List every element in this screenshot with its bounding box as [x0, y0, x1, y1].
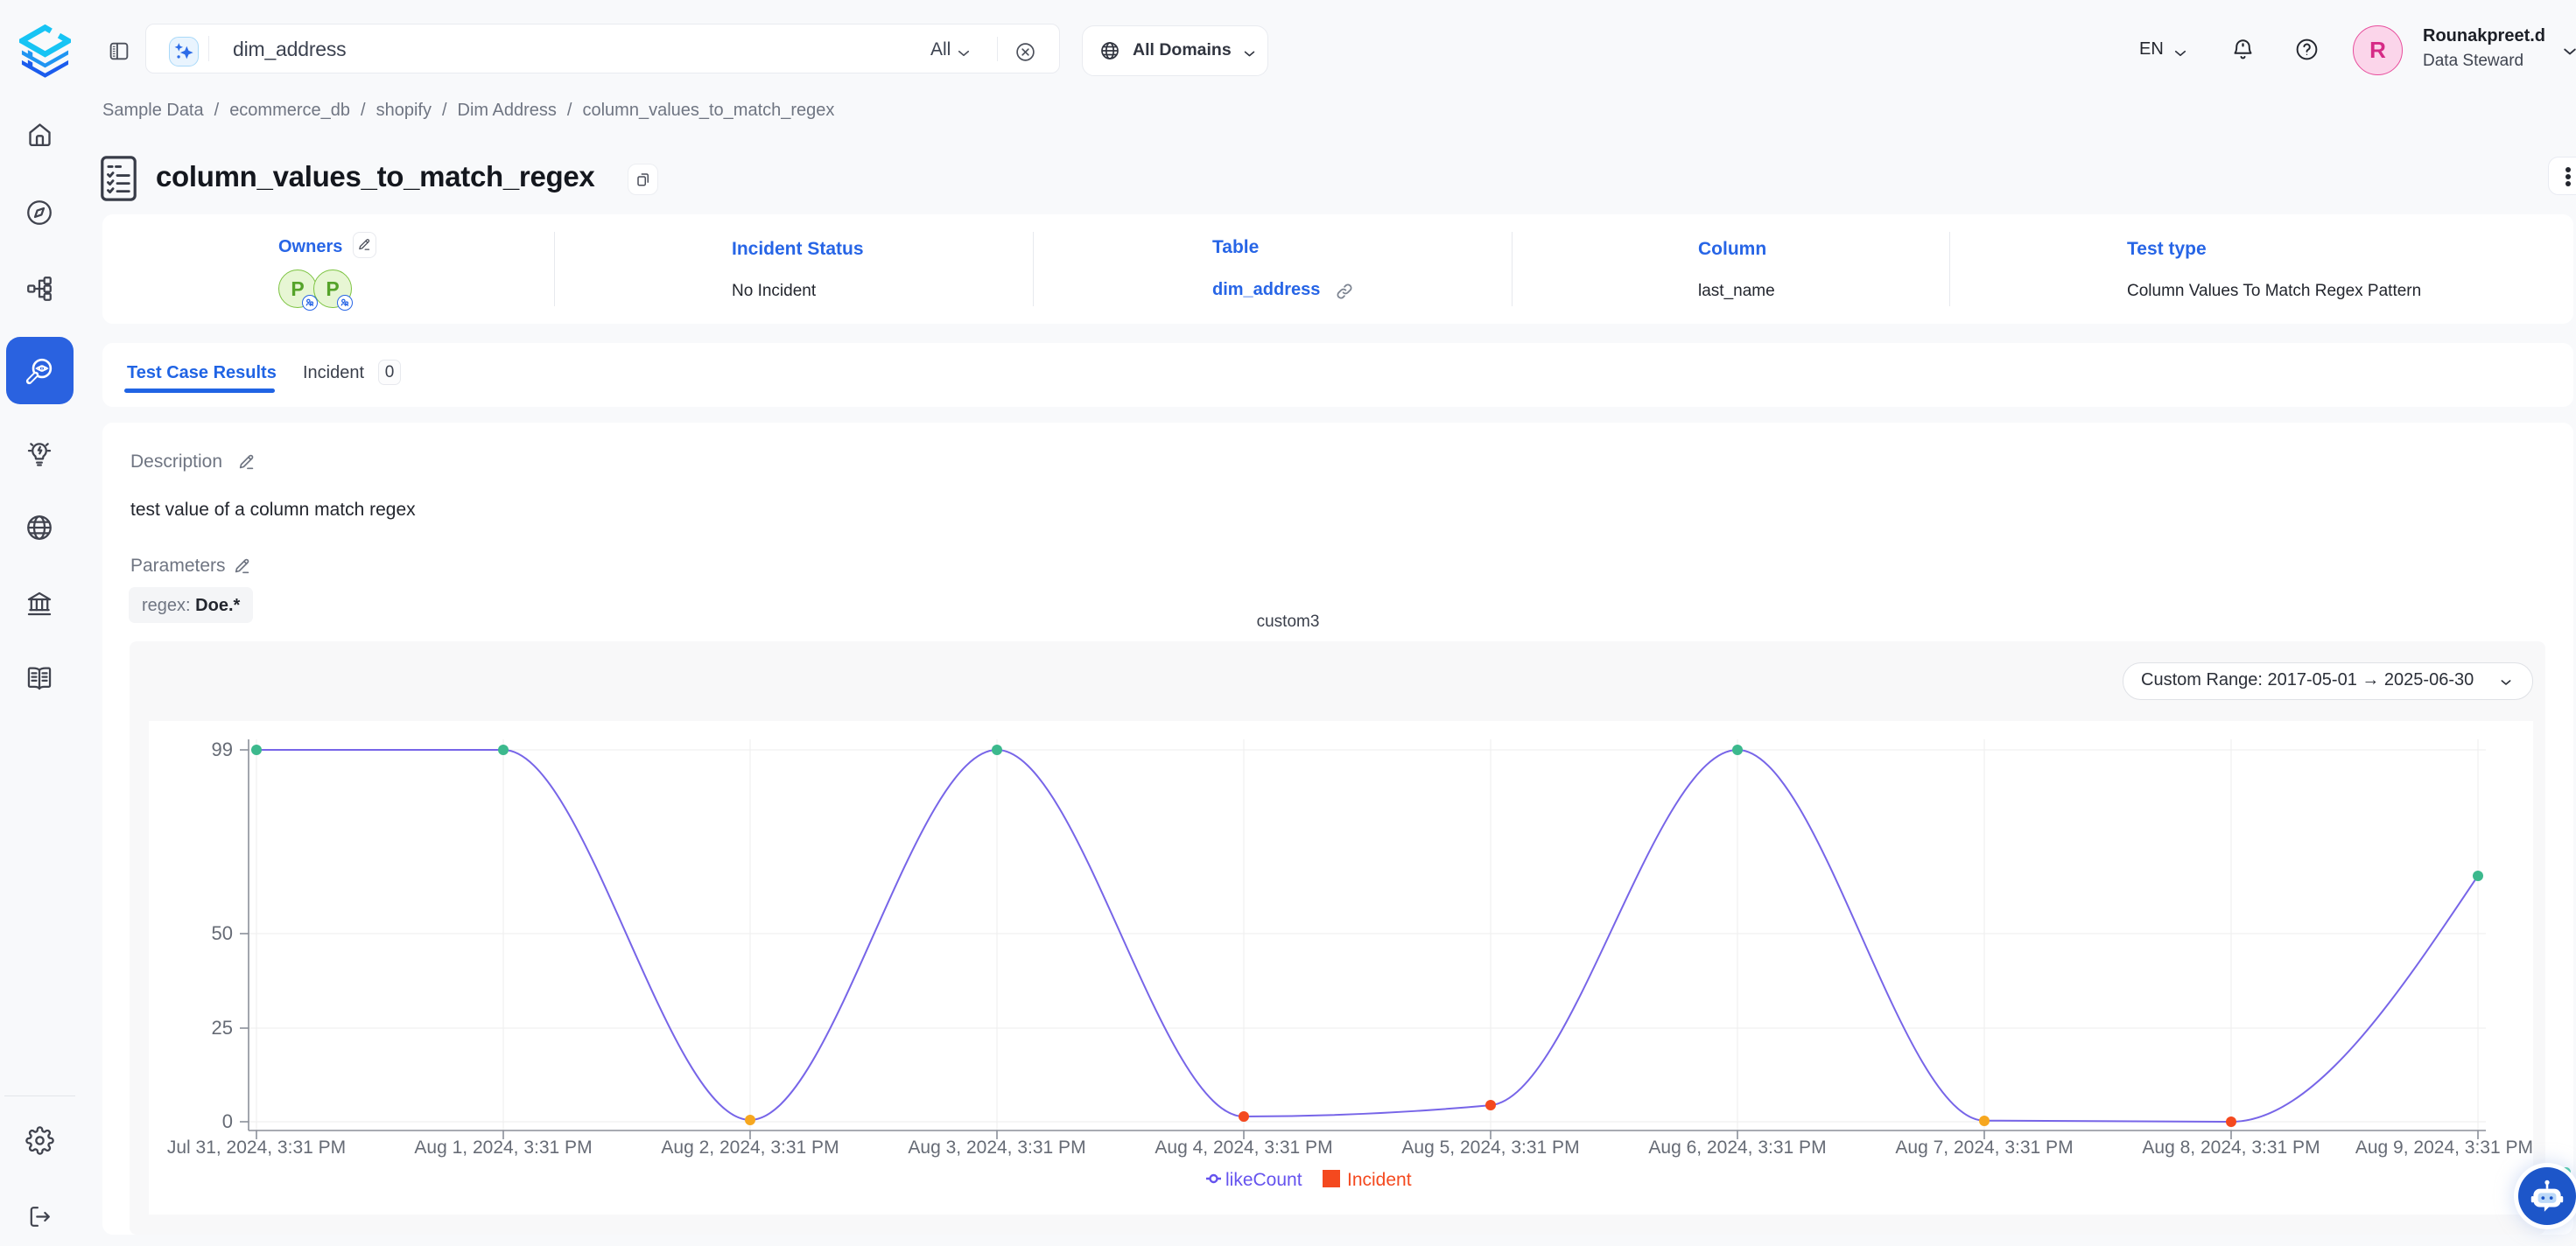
svg-text:Jul 31, 2024, 3:31 PM: Jul 31, 2024, 3:31 PM: [167, 1138, 346, 1158]
svg-text:0: 0: [222, 1110, 233, 1132]
svg-text:Incident: Incident: [1347, 1170, 1412, 1190]
svg-text:Aug 8, 2024, 3:31 PM: Aug 8, 2024, 3:31 PM: [2142, 1138, 2320, 1158]
svg-text:Aug 4, 2024, 3:31 PM: Aug 4, 2024, 3:31 PM: [1155, 1138, 1332, 1158]
svg-text:Aug 9, 2024, 3:31 PM: Aug 9, 2024, 3:31 PM: [2355, 1138, 2533, 1158]
svg-text:25: 25: [212, 1017, 233, 1039]
svg-text:Aug 5, 2024, 3:31 PM: Aug 5, 2024, 3:31 PM: [1401, 1138, 1579, 1158]
svg-text:likeCount: likeCount: [1225, 1170, 1302, 1190]
svg-text:50: 50: [212, 922, 233, 944]
svg-text:Aug 7, 2024, 3:31 PM: Aug 7, 2024, 3:31 PM: [1895, 1138, 2073, 1158]
svg-text:Aug 3, 2024, 3:31 PM: Aug 3, 2024, 3:31 PM: [908, 1138, 1085, 1158]
svg-text:Aug 1, 2024, 3:31 PM: Aug 1, 2024, 3:31 PM: [414, 1138, 592, 1158]
svg-text:Aug 6, 2024, 3:31 PM: Aug 6, 2024, 3:31 PM: [1648, 1138, 1826, 1158]
svg-text:99: 99: [212, 738, 233, 760]
svg-text:Aug 2, 2024, 3:31 PM: Aug 2, 2024, 3:31 PM: [661, 1138, 839, 1158]
